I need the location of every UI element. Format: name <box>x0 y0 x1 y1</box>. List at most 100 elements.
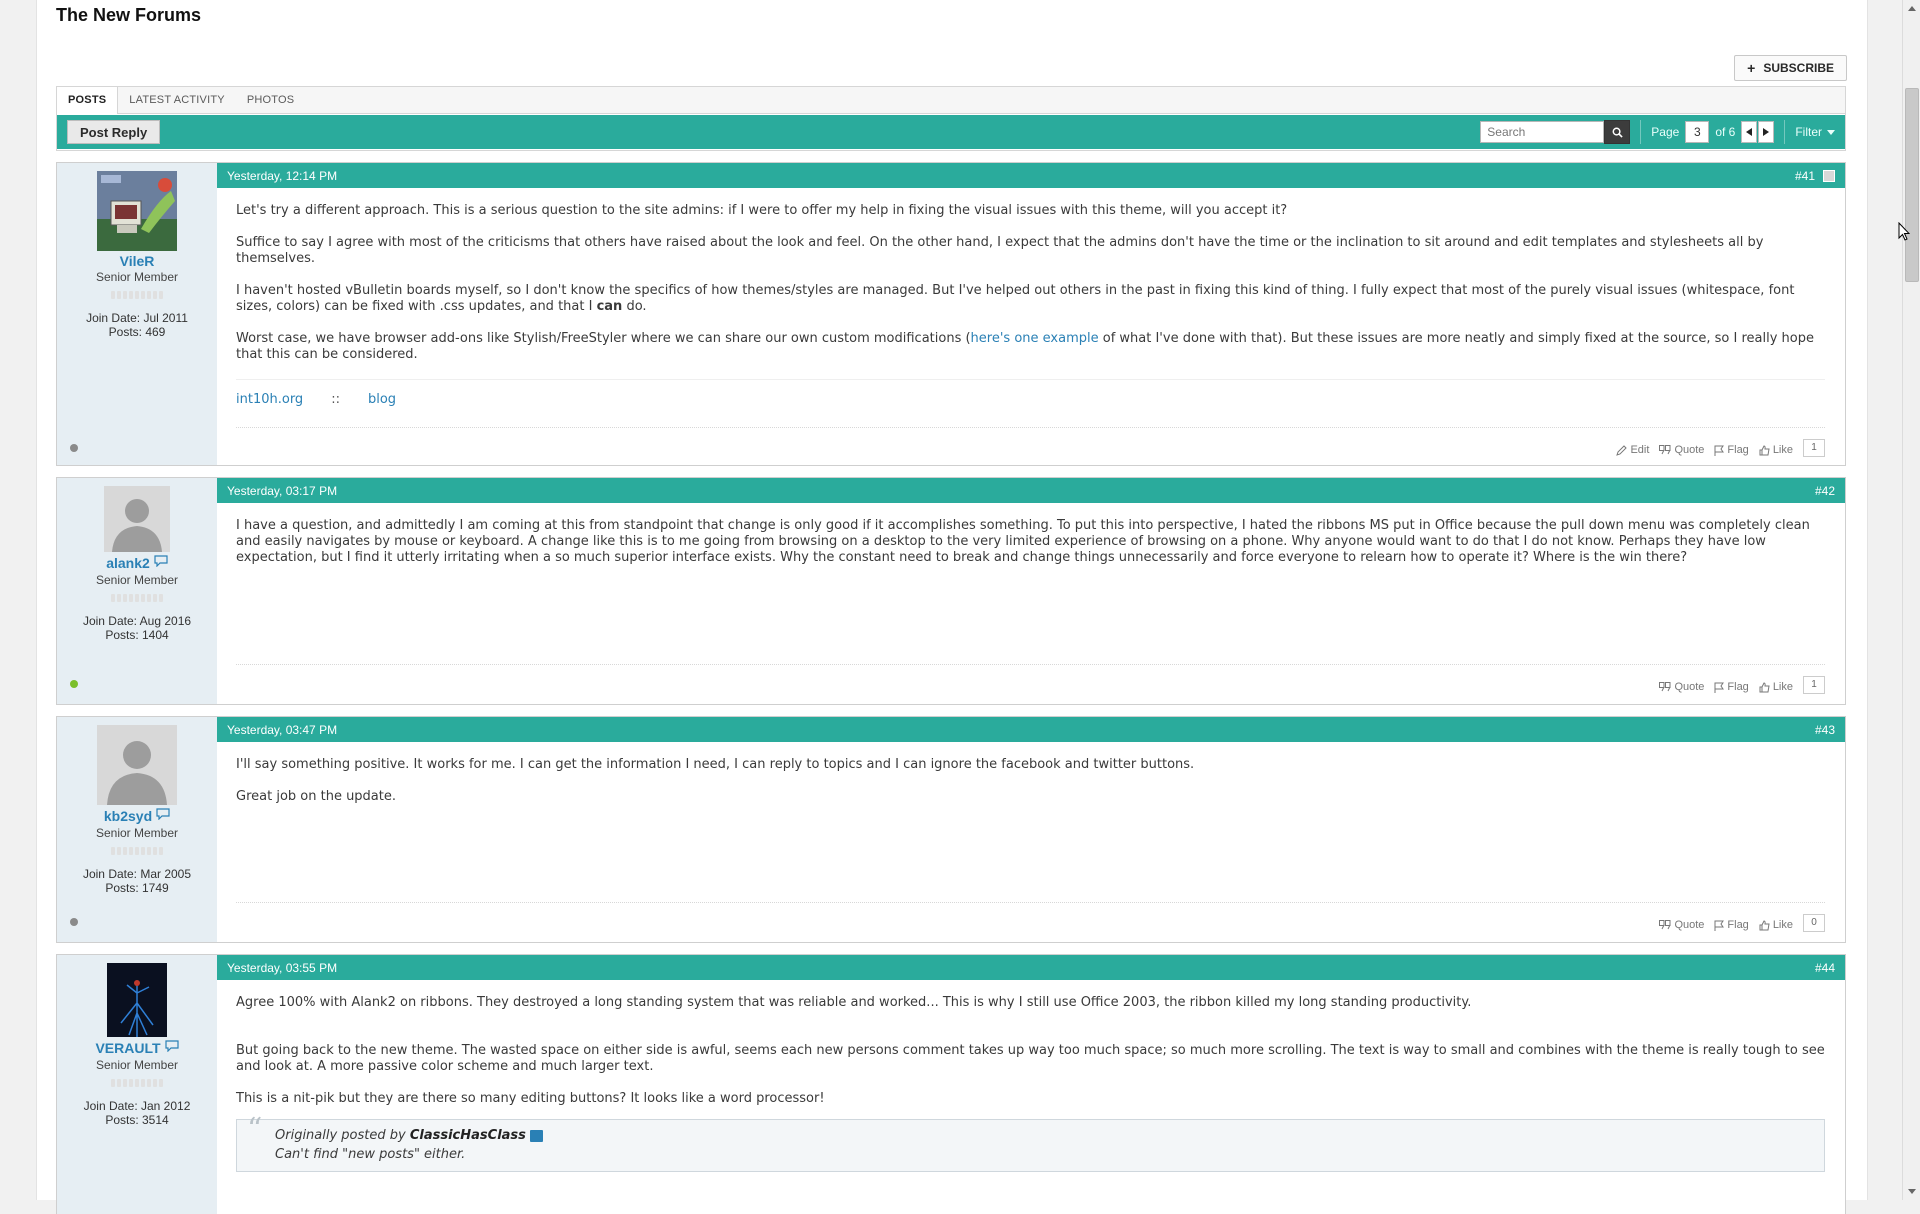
page-label: Page <box>1651 125 1680 139</box>
post-number-link[interactable]: #43 <box>1815 723 1835 737</box>
username-row: alank2 <box>57 554 217 572</box>
prev-page-button[interactable] <box>1741 121 1758 143</box>
flag-icon <box>1714 682 1725 693</box>
subscribe-button[interactable]: + SUBSCRIBE <box>1734 55 1847 81</box>
offline-status-icon <box>70 444 78 452</box>
message-icon[interactable] <box>156 807 170 825</box>
toolbar-right: Page of 6 Filter <box>1480 115 1845 149</box>
thumbs-up-icon <box>1759 444 1770 455</box>
post-count: Posts: 1749 <box>105 881 169 895</box>
post-number-link[interactable]: #44 <box>1815 961 1835 975</box>
triangle-up-icon <box>1907 6 1916 11</box>
reputation-bar <box>109 594 165 602</box>
search-icon <box>1612 127 1623 138</box>
flag-button[interactable]: Flag <box>1714 681 1749 695</box>
post-reply-button[interactable]: Post Reply <box>67 120 161 144</box>
post-paragraph: This is a nit-pik but they are there so … <box>236 1091 825 1106</box>
page-navigation: Page of 6 <box>1651 121 1775 143</box>
signature-link-blog[interactable]: blog <box>368 392 396 407</box>
search-input[interactable] <box>1480 121 1605 143</box>
post-paragraph: I haven't hosted vBulletin boards myself… <box>236 283 1795 314</box>
username[interactable]: VERAULT <box>95 1040 160 1056</box>
post-paragraph: But going back to the new theme. The was… <box>236 1043 1825 1074</box>
avatar[interactable] <box>107 963 167 1037</box>
tab-photos[interactable]: PHOTOS <box>236 87 305 113</box>
tab-bar: POSTS LATEST ACTIVITY PHOTOS <box>57 87 1845 114</box>
flag-button[interactable]: Flag <box>1714 444 1749 458</box>
username-row: kb2syd <box>57 807 217 825</box>
username-row: VileR <box>57 253 217 269</box>
quote-button[interactable]: Quote <box>1659 444 1704 458</box>
quote-mark-icon: “ <box>247 1112 263 1147</box>
example-link[interactable]: here's one example <box>971 331 1099 346</box>
post-count: Posts: 469 <box>108 325 166 339</box>
post-44: VERAULT Senior Member Join Date: Jan 201… <box>56 954 1846 1214</box>
avatar[interactable] <box>97 171 177 251</box>
search-button[interactable] <box>1604 120 1631 144</box>
post-count: Posts: 3514 <box>105 1113 169 1127</box>
next-page-button[interactable] <box>1758 121 1775 143</box>
page-total: of 6 <box>1715 125 1736 139</box>
scrollbar-thumb[interactable] <box>1905 88 1919 282</box>
filter-dropdown[interactable]: Filter <box>1795 125 1835 139</box>
avatar[interactable] <box>104 486 170 552</box>
thumbs-up-icon <box>1759 919 1770 930</box>
post-count: Posts: 1404 <box>105 628 169 642</box>
select-post-checkbox[interactable] <box>1823 169 1835 182</box>
edit-button[interactable]: Edit <box>1616 444 1649 458</box>
post-header: Yesterday, 03:55 PM #44 <box>217 955 1845 980</box>
page-number-input[interactable] <box>1685 121 1710 143</box>
plus-icon: + <box>1747 60 1756 76</box>
post-userinfo: alank2 Senior Member Join Date: Aug 2016… <box>57 478 217 704</box>
avatar[interactable] <box>97 725 177 805</box>
user-title: Senior Member <box>95 270 179 284</box>
quote-button[interactable]: Quote <box>1659 681 1704 695</box>
vertical-scrollbar[interactable] <box>1902 0 1920 1200</box>
post-userinfo: VERAULT Senior Member Join Date: Jan 201… <box>57 955 217 1214</box>
post-header: Yesterday, 03:47 PM #43 <box>217 717 1845 742</box>
toolbar-divider <box>1640 120 1642 144</box>
scroll-down-button[interactable] <box>1903 1183 1920 1200</box>
post-date: Yesterday, 03:47 PM <box>227 722 338 737</box>
signature-link-site[interactable]: int10h.org <box>236 392 303 407</box>
triangle-down-icon <box>1907 1189 1916 1194</box>
username[interactable]: VileR <box>120 253 155 269</box>
quote-button[interactable]: Quote <box>1659 919 1704 933</box>
signature: int10h.org:: blog <box>236 379 1825 408</box>
thread-search <box>1480 120 1631 144</box>
scroll-up-button[interactable] <box>1903 0 1920 17</box>
username[interactable]: kb2syd <box>104 808 152 824</box>
post-content: Let's try a different approach. This is … <box>236 203 1825 408</box>
quote-header: Originally posted by ClassicHasClass <box>275 1128 1812 1144</box>
post-number-link[interactable]: #42 <box>1815 484 1835 498</box>
user-stats: Join Date: Mar 2005 Posts: 1749 <box>57 867 217 895</box>
username[interactable]: alank2 <box>106 555 150 571</box>
tab-latest-activity[interactable]: LATEST ACTIVITY <box>118 87 236 113</box>
online-status-icon <box>70 680 78 688</box>
like-button[interactable]: Like <box>1759 444 1793 458</box>
post-actions: Quote Flag Like 0 <box>236 902 1825 933</box>
flag-button[interactable]: Flag <box>1714 919 1749 933</box>
reputation-bar <box>109 847 165 855</box>
like-button[interactable]: Like <box>1759 919 1793 933</box>
mouse-cursor-icon <box>1898 222 1910 241</box>
caret-down-icon <box>1827 129 1835 135</box>
filter-label: Filter <box>1795 125 1822 139</box>
quote-block: “ Originally posted by ClassicHasClass C… <box>236 1112 1825 1172</box>
view-post-icon[interactable] <box>529 1129 543 1142</box>
user-title: Senior Member <box>95 573 179 587</box>
like-button[interactable]: Like <box>1759 681 1793 695</box>
user-stats: Join Date: Jan 2012 Posts: 3514 <box>57 1099 217 1127</box>
post-userinfo: kb2syd Senior Member Join Date: Mar 2005… <box>57 717 217 942</box>
tab-posts[interactable]: POSTS <box>57 87 119 114</box>
post-content: I'll say something positive. It works fo… <box>236 757 1825 821</box>
thread-toolbar: Post Reply Page of 6 <box>57 115 1845 149</box>
post-number-link[interactable]: #41 <box>1795 169 1815 183</box>
post-actions: Quote Flag Like 1 <box>236 664 1825 695</box>
message-icon[interactable] <box>154 554 168 572</box>
post-paragraph: Great job on the update. <box>236 789 397 804</box>
thread-tabs-panel: POSTS LATEST ACTIVITY PHOTOS Post Reply … <box>56 86 1846 151</box>
message-icon[interactable] <box>164 1039 179 1057</box>
join-date: Join Date: Aug 2016 <box>82 614 192 628</box>
join-date: Join Date: Jan 2012 <box>83 1099 191 1113</box>
